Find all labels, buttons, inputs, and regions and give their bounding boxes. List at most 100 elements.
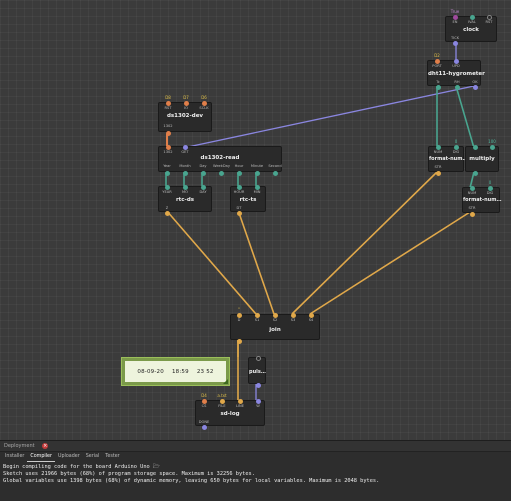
join-title: join — [269, 327, 281, 333]
ds1302-dev-sclk-pin[interactable] — [201, 100, 207, 106]
ds1302-dev-io-value: D7 — [183, 95, 189, 100]
format-num-temp-dig-pin[interactable] — [453, 144, 459, 150]
node-rtc-ts[interactable]: HOUR MIN rtc-ts DT — [230, 184, 266, 216]
sd-log-file-pin[interactable] — [219, 398, 225, 404]
rtc-ds-mo-pin[interactable] — [182, 184, 188, 190]
node-format-num-hum[interactable]: 0 NUM DIG format-num… STR — [462, 180, 502, 217]
rtc-ds-day-label: DAY — [199, 190, 207, 194]
pulse-out-pin[interactable] — [255, 382, 261, 388]
node-ds1302-dev[interactable]: D8 D7 D6 RST IO SCLK ds1302-dev 1302 — [158, 95, 212, 136]
sd-log-line-pin[interactable] — [237, 398, 243, 404]
wire-ds-join[interactable] — [165, 209, 257, 315]
format-num-temp-str-pin[interactable] — [435, 170, 441, 176]
dht11-ok-pin[interactable] — [472, 84, 478, 90]
tab-tester[interactable]: Tester — [102, 452, 122, 462]
ds1302-read-hour-pin[interactable] — [236, 170, 242, 176]
sd-log-cs-value: D4 — [201, 393, 207, 398]
clock-en-pin[interactable] — [452, 14, 458, 20]
rtc-ds-z-pin[interactable] — [164, 210, 170, 216]
join-s1-label: S1 — [254, 318, 260, 322]
wire-hum-join[interactable] — [309, 211, 471, 315]
ds1302-dev-rst-value: D8 — [165, 95, 171, 100]
sd-log-w-pin[interactable] — [255, 398, 261, 404]
format-num-temp-num-pin[interactable] — [435, 144, 441, 150]
rtc-ts-dt-pin[interactable] — [236, 210, 242, 216]
dht11-tc-pin[interactable] — [435, 84, 441, 90]
format-num-hum-str-pin[interactable] — [469, 211, 475, 217]
node-clock[interactable]: True EN IVAL RST clock TICK — [445, 9, 497, 46]
ds1302-dev-rst-pin[interactable] — [165, 100, 171, 106]
ds1302-read-second-pin[interactable] — [272, 170, 278, 176]
node-sd-log[interactable]: D4 a.txt CS FILE LINE W sd-log DONE — [195, 393, 265, 430]
node-pulse[interactable]: puls… — [248, 355, 266, 388]
join-out-pin[interactable] — [236, 338, 242, 344]
sd-log-cs-pin[interactable] — [201, 398, 207, 404]
sd-log-line-label: LINE — [235, 404, 245, 408]
ds1302-read-month-pin[interactable] — [182, 170, 188, 176]
close-icon[interactable]: × — [42, 442, 49, 449]
rtc-ts-min-label: MIN — [253, 190, 261, 194]
format-num-hum-num-pin[interactable] — [469, 185, 475, 191]
ds1302-dev-io-pin[interactable] — [183, 100, 189, 106]
clock-ival-pin[interactable] — [469, 14, 475, 20]
tab-serial[interactable]: Serial — [83, 452, 103, 462]
join-s2-pin[interactable] — [272, 312, 278, 318]
node-format-num-temp[interactable]: 0 NUM DIG format-num… STR — [428, 139, 468, 176]
pulse-in-pin[interactable] — [255, 355, 261, 361]
tab-installer[interactable]: Installer — [2, 452, 27, 462]
rtc-ds-day-pin[interactable] — [200, 184, 206, 190]
join-s4-pin[interactable] — [308, 312, 314, 318]
node-multiply[interactable]: 100 multiply — [465, 139, 499, 176]
rtc-ds-year-pin[interactable] — [164, 184, 170, 190]
multiply-title: multiply — [469, 156, 495, 162]
console-line: Sketch uses 21966 bytes (68%) of program… — [3, 471, 255, 477]
ds1302-read-year-pin[interactable] — [164, 170, 170, 176]
dht11-upd-pin[interactable] — [453, 58, 459, 64]
ds1302-dev-1302-label: 1302 — [163, 124, 173, 128]
node-join[interactable]: " D S1 S2 S3 S4 join — [230, 307, 320, 344]
tab-compiler[interactable]: Compiler — [27, 452, 55, 462]
dht11-port-label: PORT — [432, 64, 442, 68]
join-s4-label: S4 — [308, 318, 314, 322]
multiply-in1-pin[interactable] — [472, 144, 478, 150]
tab-uploader[interactable]: Uploader — [55, 452, 83, 462]
dht11-ok-label: OK — [472, 80, 478, 84]
rtc-ts-min-pin[interactable] — [254, 184, 260, 190]
wire-pulse-get[interactable] — [182, 85, 475, 149]
wire-temp-join[interactable] — [291, 171, 438, 315]
patch-canvas[interactable]: True EN IVAL RST clock TICK D2 PORT UPD … — [0, 0, 511, 440]
ds1302-read-weekday-pin[interactable] — [218, 170, 224, 176]
join-s3-pin[interactable] — [290, 312, 296, 318]
watch-node[interactable]: 08-09-20 18:59 23 52 — [121, 357, 230, 386]
format-num-temp-title: format-num… — [429, 156, 468, 162]
rtc-ts-hour-pin[interactable] — [236, 184, 242, 190]
ds1302-read-get-label: GET — [181, 150, 189, 154]
deployment-tabs: Installer Compiler Uploader Serial Teste… — [0, 452, 511, 462]
join-s3-label: S3 — [290, 318, 296, 322]
resize-handle-icon[interactable] — [223, 379, 228, 384]
ds1302-read-1302-pin[interactable] — [165, 144, 171, 150]
compiler-console[interactable]: Begin compiling code for the board Ardui… — [0, 462, 511, 487]
clock-tick-pin[interactable] — [452, 40, 458, 46]
dht11-port-pin[interactable] — [434, 58, 440, 64]
node-rtc-ds[interactable]: YEAR MO DAY rtc-ds Z — [158, 184, 212, 216]
format-num-hum-title: format-num… — [463, 197, 502, 203]
ds1302-dev-sclk-label: SCLK — [199, 106, 209, 110]
join-d-pin[interactable] — [236, 312, 242, 318]
ds1302-dev-1302-pin[interactable] — [165, 130, 171, 136]
join-s1-pin[interactable] — [254, 312, 260, 318]
format-num-hum-dig-pin[interactable] — [487, 185, 493, 191]
sd-log-done-pin[interactable] — [201, 424, 207, 430]
ds1302-read-day-pin[interactable] — [200, 170, 206, 176]
ds1302-read-minute-pin[interactable] — [254, 170, 260, 176]
node-dht11-hygrometer[interactable]: D2 PORT UPD dht11-hygrometer Tc RH OK — [427, 53, 485, 90]
sd-log-cs-label: CS — [201, 404, 207, 408]
clock-rst-label: RST — [485, 20, 493, 24]
dht11-rh-pin[interactable] — [454, 84, 460, 90]
node-ds1302-read[interactable]: 1302 GET ds1302-read Year Month Day Week… — [158, 144, 282, 176]
rtc-ds-z-label: Z — [165, 206, 169, 210]
clock-rst-pin[interactable] — [486, 14, 492, 20]
multiply-out-pin[interactable] — [472, 170, 478, 176]
ds1302-read-get-pin[interactable] — [182, 144, 188, 150]
multiply-in2-pin[interactable] — [489, 144, 495, 150]
